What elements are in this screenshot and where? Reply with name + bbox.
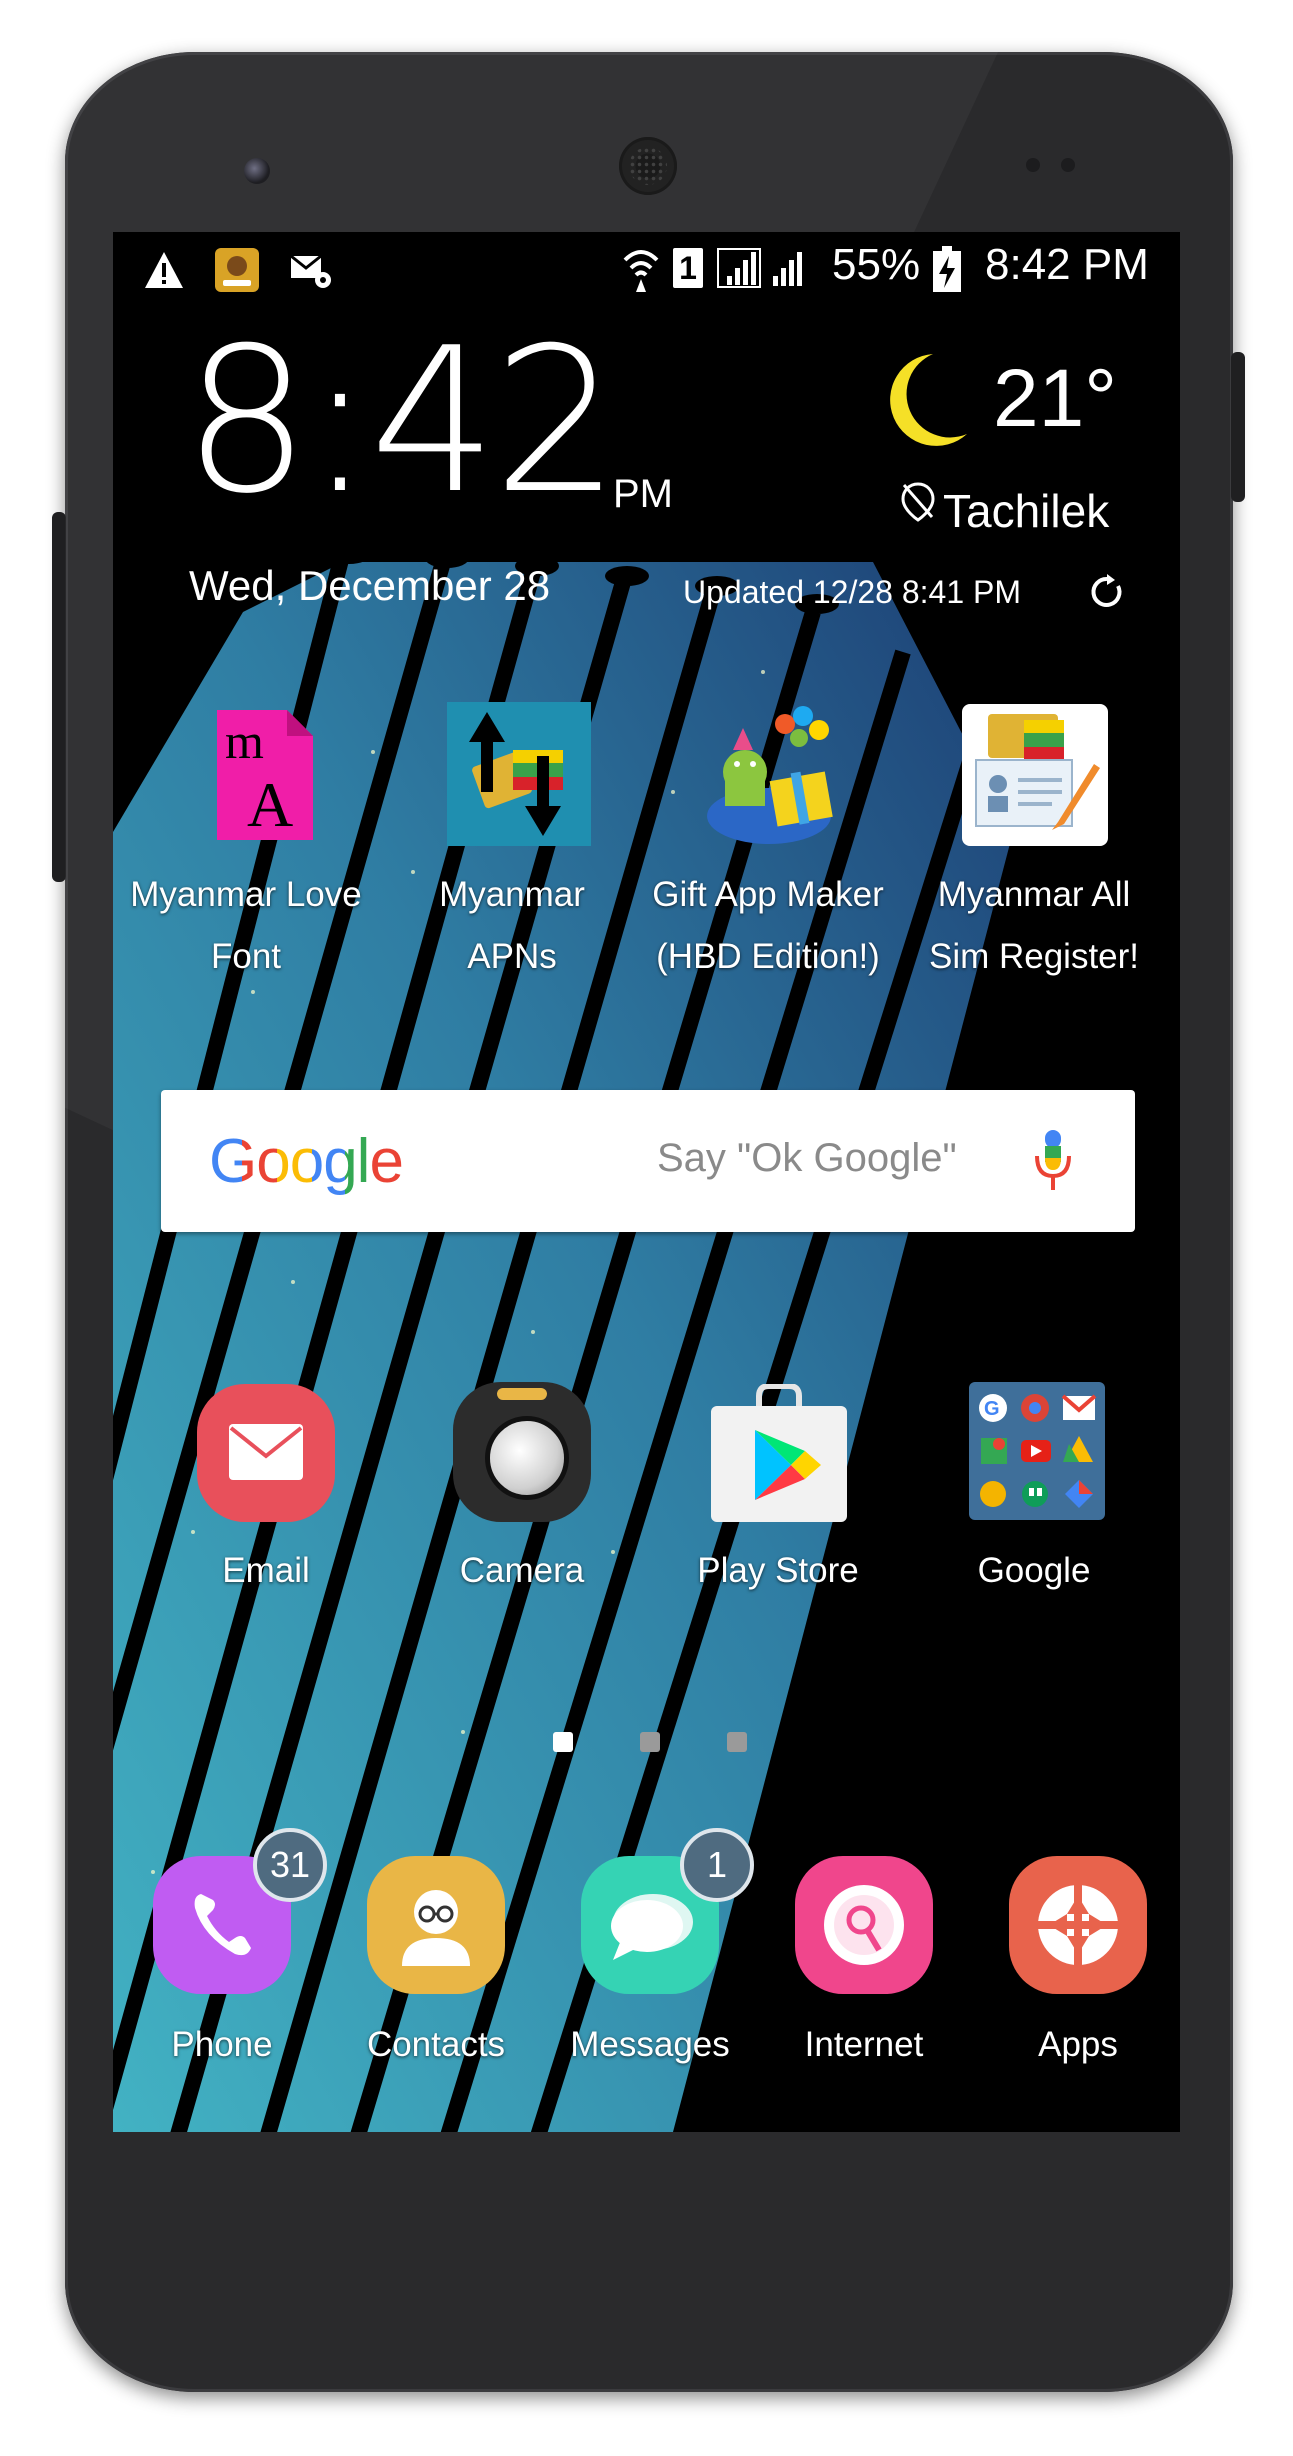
front-camera	[244, 158, 270, 184]
sim-icon: 1	[673, 248, 703, 288]
page-dot[interactable]	[640, 1732, 660, 1752]
svg-text:m: m	[225, 713, 264, 769]
wifi-icon	[623, 250, 659, 292]
signal-icon	[717, 248, 761, 288]
apps-grid-icon	[1035, 1882, 1121, 1968]
app-label: Play Store	[697, 1551, 859, 1590]
play-store-icon	[711, 1384, 847, 1522]
mail-settings-icon	[290, 254, 331, 288]
app-label: Messages	[570, 2025, 730, 2064]
earpiece-speaker	[619, 137, 677, 195]
page-dot[interactable]	[727, 1732, 747, 1752]
volume-button[interactable]	[52, 512, 66, 882]
svg-text:A: A	[247, 769, 293, 840]
google-search-hint: Say "Ok Google"	[657, 1136, 957, 1180]
battery-percent: 55%	[832, 240, 921, 289]
app-label: Phone	[171, 2025, 273, 2064]
battery-charging-icon	[933, 246, 961, 292]
sim-slot-number: 1	[679, 250, 697, 286]
microphone-icon[interactable]	[1031, 1128, 1075, 1194]
sim-register-icon	[962, 704, 1108, 846]
google-folder-icon: G	[969, 1382, 1105, 1520]
app-label: Myanmar Love Font	[130, 875, 362, 976]
app-label: Camera	[459, 1551, 585, 1590]
phone-icon	[194, 1894, 251, 1956]
signal-icon	[773, 252, 802, 286]
status-bar[interactable]: 1 55% 8:42 PM	[113, 232, 1180, 304]
google-logo: Google	[209, 1127, 404, 1196]
app-label: Email	[222, 1551, 310, 1590]
myanmar-apns-icon	[447, 702, 591, 846]
phone-badge: 31	[253, 1828, 327, 1902]
camera-shutter-tab	[497, 1388, 547, 1400]
google-search-bar[interactable]: Google Say "Ok Google"	[161, 1090, 1135, 1232]
app-label: Apps	[1038, 2025, 1118, 2064]
weather-temperature: 21°	[993, 353, 1118, 444]
warning-icon	[145, 252, 183, 288]
page-dot-active[interactable]	[553, 1732, 573, 1752]
myanmar-love-font-icon: m A	[217, 710, 313, 840]
app-label: Myanmar APNs	[439, 875, 585, 976]
location-off-icon	[901, 482, 935, 522]
status-time: 8:42 PM	[985, 240, 1149, 289]
app-label: Myanmar All Sim Register!	[928, 875, 1140, 976]
light-sensor	[1061, 158, 1075, 172]
camera-lens-icon	[485, 1416, 569, 1500]
app-label: Google	[977, 1551, 1091, 1590]
weather-updated: Updated 12/28 8:41 PM	[683, 574, 1022, 610]
clock-time: 8:42	[183, 305, 620, 538]
messages-badge: 1	[680, 1828, 754, 1902]
contacts-icon	[402, 1890, 470, 1966]
home-screen: 1 55% 8:42 PM 8:42 PM Wed, December 28 2…	[113, 232, 1180, 2132]
svg-text:G: G	[984, 1398, 1000, 1420]
app-label: Internet	[804, 2025, 924, 2064]
weather-location: Tachilek	[943, 485, 1110, 537]
internet-icon	[824, 1885, 904, 1965]
app-label: Gift App Maker (HBD Edition!)	[652, 875, 884, 976]
power-button[interactable]	[1231, 352, 1245, 502]
moon-icon	[890, 354, 967, 446]
email-icon	[229, 1424, 303, 1480]
refresh-icon[interactable]	[1089, 574, 1125, 610]
app-label: Contacts	[366, 2025, 506, 2064]
gift-app-maker-icon	[707, 706, 833, 844]
proximity-sensor	[1026, 158, 1040, 172]
clock-ampm: PM	[613, 472, 673, 516]
app-notification-icon	[215, 248, 259, 292]
clock-date: Wed, December 28	[189, 562, 551, 609]
messages-icon	[611, 1894, 693, 1960]
